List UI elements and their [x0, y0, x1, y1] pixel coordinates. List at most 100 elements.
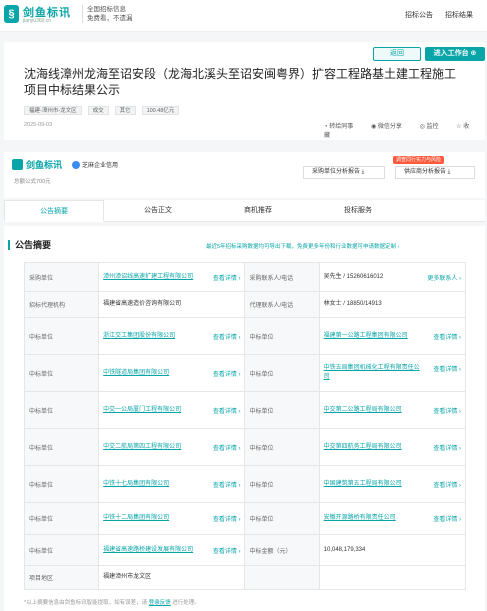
forward-colleague-button[interactable]: ◔ 转给同事 — [324, 124, 361, 130]
company-link[interactable]: 中铁十二局集团有限公司 — [103, 514, 203, 523]
export-notice-link[interactable]: 最近5年招标采购数据均可导出下载，免费更多年份和行业数据可申请数据定制 › — [206, 242, 399, 250]
field-value-cell: 查看详情 › 漳州漳诏线高速扩建工程有限公司 — [98, 262, 246, 292]
company-link[interactable]: 福建第一公路工程集团有限公司 — [324, 332, 424, 341]
field-label: 中标金额（元） — [244, 534, 320, 566]
field-label: 中标单位 — [23, 354, 100, 392]
summary-panel: 公告摘要 最近5年招标采购数据均可导出下载，免费更多年份和行业数据可申请数据定制… — [4, 226, 485, 611]
monitor-button[interactable]: ◎ 监控 — [420, 124, 447, 130]
field-value: 10,048,179,334 — [323, 546, 366, 553]
view-detail-link[interactable]: 查看详情 › — [213, 369, 241, 378]
nav-bid-notices[interactable]: 招标公告 — [405, 12, 433, 19]
field-label: 中标单位 — [23, 317, 100, 355]
view-detail-link[interactable]: 查看详情 › — [213, 443, 241, 452]
field-value-cell: 福建漳州市龙文区 — [98, 565, 246, 590]
login-feedback-link[interactable]: 登录反馈 — [149, 600, 171, 606]
company-link[interactable]: 福建省高速路桥建设发展有限公司 — [103, 546, 203, 555]
summary-table: 采购单位 查看详情 › 漳州漳诏线高速扩建工程有限公司 采购联系人/电话 更多联系人 ›… — [23, 262, 467, 590]
tab-body[interactable]: 公告正文 — [108, 200, 208, 222]
field-label: 中标单位 — [23, 502, 100, 535]
view-detail-link[interactable]: 查看详情 › — [433, 332, 461, 341]
field-value-cell: 查看详情 › 中铁十七局集团有限公司 — [98, 465, 246, 503]
field-value: 福建漳州市龙文区 — [103, 574, 152, 580]
view-detail-link[interactable]: 查看详情 › — [433, 514, 461, 523]
field-label: 中标单位 — [23, 391, 100, 429]
company-link[interactable]: 中交二航局第四工程有限公司 — [103, 443, 203, 452]
field-value-cell: 林女士 / 18850/14913 — [318, 291, 467, 318]
field-label: 中标单位 — [244, 391, 320, 429]
view-detail-link[interactable]: 查看详情 › — [213, 273, 241, 282]
view-detail-link[interactable]: 查看详情 › — [213, 546, 241, 555]
top-nav: 招标公告 招标结果 — [395, 10, 473, 20]
table-row: 项目地区 福建漳州市龙文区 — [23, 565, 467, 590]
field-value-cell: 查看详情 › 浙江交工集团股份有限公司 — [98, 317, 246, 355]
field-value-cell: 查看详情 › 福建第一公路工程集团有限公司 — [318, 317, 467, 355]
view-detail-link[interactable]: 查看详情 › — [213, 332, 241, 341]
company-link[interactable]: 中铁十七局集团有限公司 — [103, 480, 203, 489]
supplier-report-button[interactable]: 供应商分析报告 ⤓ — [395, 166, 475, 179]
hot-badge: 调查同行实力与风险 — [393, 156, 445, 164]
company-link[interactable]: 中铁五局集团机械化工程有限责任公司 — [324, 364, 424, 382]
field-label: 中标单位 — [23, 428, 100, 466]
action-bar: ◔ 转给同事 ◉ 微信分享 ◎ 监控 ☆ 收藏 — [324, 121, 485, 139]
field-value-cell: 查看详情 › 中交第四航务工程局有限公司 — [318, 428, 467, 466]
field-value-cell: 查看详情 › 安徽开源路桥有限责任公司 — [318, 502, 467, 535]
view-detail-link[interactable]: 查看详情 › — [433, 406, 461, 415]
field-value-cell: 10,048,179,334 — [318, 534, 467, 566]
field-value-cell: 查看详情 › 中铁五局集团机械化工程有限责任公司 — [318, 354, 467, 392]
table-row: 中标单位 查看详情 › 中交一公局厦门工程有限公司 中标单位 查看详情 › 中交第二公路工… — [23, 391, 467, 429]
company-link[interactable]: 中铁隧道局集团有限公司 — [103, 369, 203, 378]
tab-opportunities[interactable]: 商机推荐 — [208, 200, 308, 222]
company-link[interactable]: 安徽开源路桥有限责任公司 — [324, 514, 424, 523]
workbench-button[interactable]: 进入工作台 ⊕ — [425, 47, 485, 61]
top-bar: § 剑鱼标讯 jianyu360.cn 全国招标信息 免费看，不遗漏 招标公告 … — [0, 0, 487, 32]
jianyu-logo-text: 剑鱼标讯 — [26, 160, 63, 170]
slogan: 全国招标信息 免费看，不遗漏 — [82, 5, 133, 23]
view-detail-link[interactable]: 查看详情 › — [213, 480, 241, 489]
back-button[interactable]: 返回 — [373, 47, 421, 61]
field-label: 招标代理机构 — [23, 291, 100, 318]
tab-bid-service[interactable]: 投标服务 — [308, 200, 408, 222]
tag-category: 其它 — [114, 106, 136, 115]
wechat-share-label: 微信分享 — [377, 124, 402, 130]
more-contacts-link[interactable]: 更多联系人 › — [427, 273, 461, 282]
view-detail-link[interactable]: 查看详情 › — [433, 443, 461, 452]
field-label: 中标单位 — [244, 317, 320, 355]
table-row: 采购单位 查看详情 › 漳州漳诏线高速扩建工程有限公司 采购联系人/电话 更多联系人 ›… — [23, 262, 467, 292]
field-label: 中标单位 — [23, 534, 100, 566]
field-value: 林女士 / 18850/14913 — [323, 301, 382, 307]
field-value-cell: 查看详情 › 福建省高速路桥建设发展有限公司 — [98, 534, 246, 566]
company-link[interactable]: 中交第四航务工程局有限公司 — [324, 443, 424, 452]
table-row: 中标单位 查看详情 › 浙江交工集团股份有限公司 中标单位 查看详情 › 福建第一公路工程… — [23, 317, 467, 355]
nav-bid-results[interactable]: 招标结果 — [445, 12, 473, 19]
view-detail-link[interactable]: 查看详情 › — [433, 364, 461, 373]
table-row: 中标单位 查看详情 › 中铁隧道局集团有限公司 中标单位 查看详情 › 中铁五局集团机械化… — [23, 354, 467, 392]
site-logo[interactable]: § 剑鱼标讯 jianyu360.cn — [4, 4, 78, 26]
slogan-line-1: 全国招标信息 — [87, 6, 126, 13]
tab-summary[interactable]: 公告摘要 — [4, 200, 104, 222]
field-value: 吴先生 / 15260616012 — [323, 273, 384, 280]
field-value: 福建省高速造价咨询有限公司 — [103, 301, 182, 307]
view-detail-link[interactable]: 查看详情 › — [213, 406, 241, 415]
field-value-cell: 查看详情 › 中交一公局厦门工程有限公司 — [98, 391, 246, 429]
field-label: 中标单位 — [244, 465, 320, 503]
table-row: 中标单位 查看详情 › 中交二航局第四工程有限公司 中标单位 查看详情 › 中交第四航务工… — [23, 428, 467, 466]
publish-date: 2025-09-03 — [24, 122, 53, 128]
company-link[interactable]: 中交第二公路工程局有限公司 — [324, 406, 424, 415]
company-link[interactable]: 漳州漳诏线高速扩建工程有限公司 — [103, 273, 203, 282]
view-detail-link[interactable]: 查看详情 › — [433, 480, 461, 489]
field-label: 中标单位 — [244, 428, 320, 466]
tab-bar: 公告摘要 公告正文 商机推荐 投标服务 — [4, 200, 485, 222]
buyer-report-button[interactable]: 采购单位分析报告 ⤓ — [303, 166, 385, 179]
company-link[interactable]: 中国建筑第五工程局有限公司 — [324, 480, 424, 489]
tag-list: 福建-漳州市-龙文区 成交 其它 100.48亿元 — [24, 106, 183, 115]
company-link[interactable]: 浙江交工集团股份有限公司 — [103, 332, 203, 341]
company-link[interactable]: 中交一公局厦门工程有限公司 — [103, 406, 203, 415]
field-value-cell: 查看详情 › 中交第二公路工程局有限公司 — [318, 391, 467, 429]
field-value-cell — [318, 565, 467, 590]
page-title: 沈海线漳州龙海至诏安段（龙海北溪头至诏安闽粤界）扩容工程路基土建工程施工项目中标… — [24, 67, 457, 97]
title-card: 返回 进入工作台 ⊕ 沈海线漳州龙海至诏安段（龙海北溪头至诏安闽粤界）扩容工程路… — [4, 42, 485, 140]
wechat-share-button[interactable]: ◉ 微信分享 — [371, 124, 410, 130]
view-detail-link[interactable]: 查看详情 › — [213, 514, 241, 523]
field-value-cell: 查看详情 › 中交二航局第四工程有限公司 — [98, 428, 246, 466]
footnote: *以上摘要信息由剑鱼标讯智能提取，如有误差，请 登录反馈 进行处理。 — [24, 598, 200, 606]
